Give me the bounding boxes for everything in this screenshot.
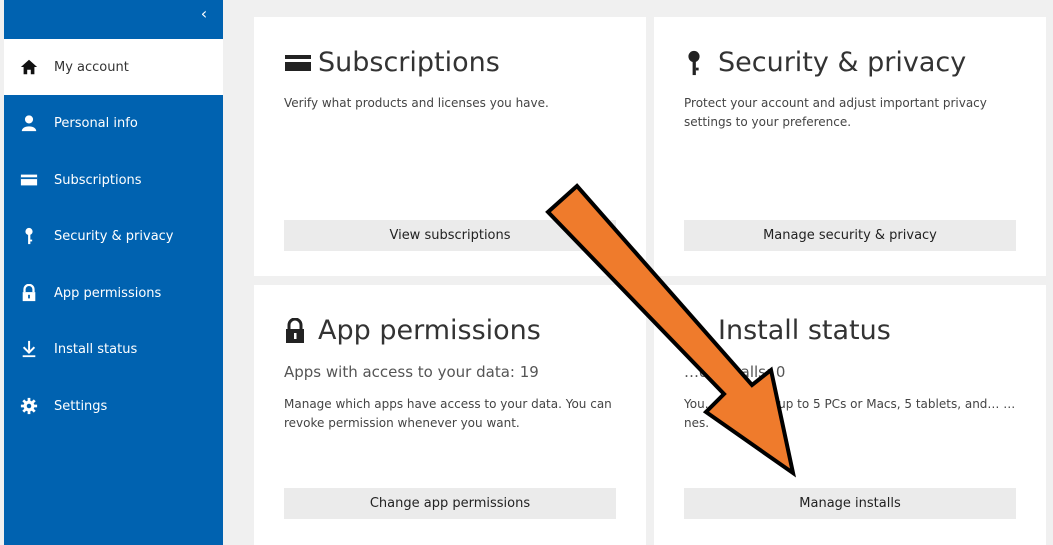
download-icon (4, 340, 54, 358)
sidebar-item-app-permissions[interactable]: App permissions (4, 265, 223, 321)
app-permissions-card: App permissions Apps with access to your… (254, 285, 646, 545)
card-icon (284, 50, 318, 76)
sidebar-item-security-privacy[interactable]: Security & privacy (4, 208, 223, 264)
sidebar-item-label: App permissions (54, 285, 162, 301)
subscriptions-card: Subscriptions Verify what products and l… (254, 17, 646, 276)
card-description: You… Office on up to 5 PCs or Macs, 5 ta… (684, 397, 1016, 430)
change-app-permissions-button[interactable]: Change app permissions (284, 488, 616, 519)
sidebar-item-label: Subscriptions (54, 172, 142, 188)
manage-security-privacy-button[interactable]: Manage security & privacy (684, 220, 1016, 251)
sidebar-item-subscriptions[interactable]: Subscriptions (4, 152, 223, 208)
collapse-sidebar-button[interactable]: ‹ (192, 4, 216, 24)
sidebar-item-personal-info[interactable]: Personal info (4, 95, 223, 151)
card-icon (4, 171, 54, 189)
sidebar-item-label: Install status (54, 341, 138, 357)
card-description: Manage which apps have access to your da… (284, 397, 612, 430)
card-description: Protect your account and adjust importan… (684, 96, 987, 129)
sidebar-item-settings[interactable]: Settings (4, 378, 223, 434)
manage-installs-button[interactable]: Manage installs (684, 488, 1016, 519)
sidebar-item-label: Personal info (54, 115, 138, 131)
install-status-card: Install status …d installs: 0 You… Offic… (654, 285, 1046, 545)
installs-count: …d installs: 0 (684, 363, 786, 381)
person-icon (4, 114, 54, 132)
home-icon (4, 58, 54, 76)
lock-icon (284, 317, 318, 344)
sidebar-item-my-account[interactable]: My account (4, 39, 223, 95)
card-description: Verify what products and licenses you ha… (284, 96, 549, 110)
apps-access-count: Apps with access to your data: 19 (284, 363, 539, 381)
card-title: Install status (684, 315, 891, 346)
sidebar-item-install-status[interactable]: Install status (4, 321, 223, 377)
lock-icon (4, 284, 54, 302)
download-icon (684, 318, 718, 344)
key-icon (684, 50, 718, 76)
sidebar-item-label: Settings (54, 398, 108, 414)
card-title: Subscriptions (284, 47, 500, 78)
card-title: Security & privacy (684, 47, 966, 78)
card-title-text: Security & privacy (718, 47, 967, 78)
security-privacy-card: Security & privacy Protect your account … (654, 17, 1046, 276)
gear-icon (4, 397, 54, 415)
view-subscriptions-button[interactable]: View subscriptions (284, 220, 616, 251)
card-title-text: App permissions (318, 315, 541, 346)
key-icon (4, 227, 54, 245)
sidebar: ‹ My account Personal info Subscriptions… (4, 0, 223, 545)
sidebar-item-label: Security & privacy (54, 228, 174, 244)
card-title-text: Subscriptions (318, 47, 500, 78)
sidebar-item-label: My account (54, 59, 129, 75)
card-title-text: Install status (718, 315, 891, 346)
card-title: App permissions (284, 315, 541, 346)
